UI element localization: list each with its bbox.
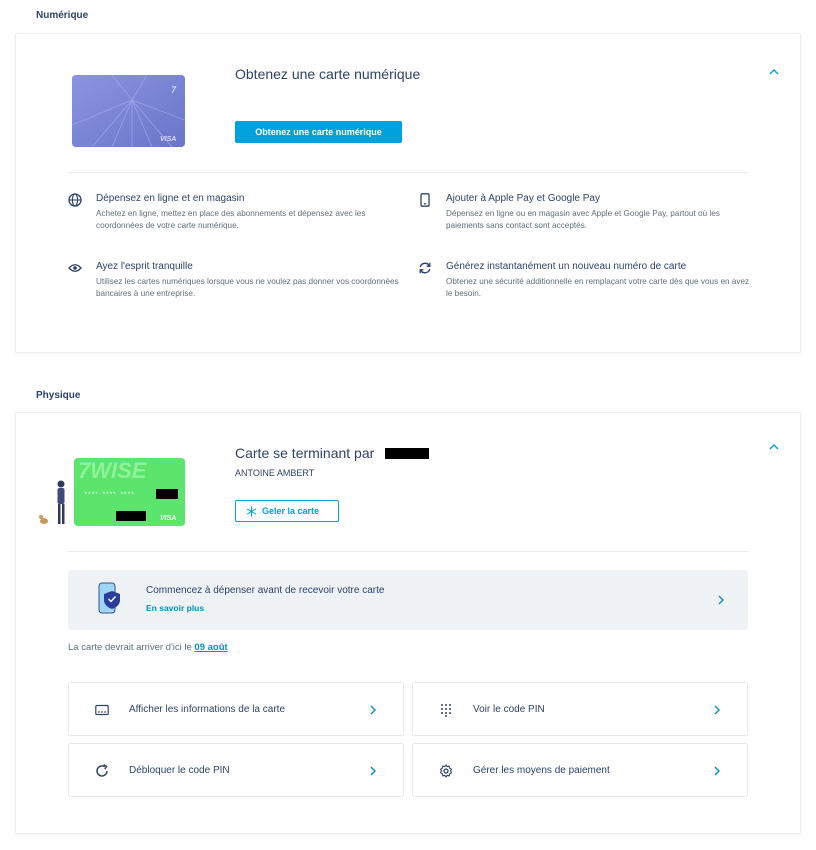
start-spending-banner[interactable]: Commencez à dépenser avant de recevoir v… — [68, 570, 748, 630]
virtual-card-visa-logo: VISA — [160, 136, 176, 143]
feature-description: Obtenez une sécurité additionnelle en re… — [446, 277, 750, 298]
chevron-right-icon — [369, 704, 377, 716]
feature-title: Dépensez en ligne et en magasin — [96, 193, 245, 204]
refresh-icon — [95, 764, 109, 778]
digital-card-title: Obtenez une carte numérique — [235, 66, 421, 82]
feature-description: Achetez en ligne, mettez en place des ab… — [96, 209, 366, 230]
action-label: Voir le code PIN — [473, 704, 545, 715]
eye-icon — [68, 261, 82, 275]
unblock-pin-button[interactable]: Débloquer le code PIN — [68, 743, 404, 797]
globe-icon — [68, 193, 82, 207]
snowflake-icon — [246, 505, 257, 517]
card-info-icon — [95, 703, 109, 717]
refresh-icon — [418, 261, 432, 275]
feature-description: Utilisez les cartes numériques lorsque v… — [96, 277, 399, 298]
phone-shield-icon — [98, 582, 120, 614]
chevron-right-icon — [713, 704, 721, 716]
action-label: Gérer les moyens de paiement — [473, 765, 610, 776]
collapse-physical-chevron-up-icon[interactable] — [768, 441, 780, 453]
chevron-right-icon — [716, 594, 726, 606]
freeze-card-label: Geler la carte — [262, 506, 320, 516]
arrival-date-link[interactable]: 09 août — [194, 642, 227, 653]
action-label: Afficher les informations de la carte — [129, 704, 286, 715]
physical-card-visa-logo: VISA — [160, 515, 176, 522]
physical-card-title: Carte se terminant par — [235, 445, 375, 461]
arrival-info: La carte devrait arriver d'ici le 09 aoû… — [68, 642, 228, 653]
feature-title: Ajouter à Apple Pay et Google Pay — [446, 193, 600, 204]
arrival-text: La carte devrait arriver d'ici le — [68, 642, 192, 653]
person-with-dog-illustration — [39, 480, 65, 524]
manage-payment-methods-button[interactable]: Gérer les moyens de paiement — [412, 743, 748, 797]
show-card-details-button[interactable]: Afficher les informations de la carte — [68, 682, 404, 736]
keypad-icon — [439, 703, 453, 717]
action-label: Débloquer le code PIN — [129, 765, 230, 776]
feature-description: Dépensez en ligne ou en magasin avec App… — [446, 209, 720, 230]
freeze-card-button[interactable]: Geler la carte — [235, 500, 339, 522]
physical-card-wise-logo: 7WISE — [78, 458, 148, 483]
physical-card-number-mask: **** **** **** — [84, 491, 134, 498]
physical-divider — [68, 551, 748, 552]
virtual-card-image: 7 VISA — [72, 75, 185, 147]
start-spending-title: Commencez à dépenser avant de recevoir v… — [146, 585, 385, 596]
chevron-right-icon — [713, 765, 721, 777]
feature-title: Ayez l'esprit tranquille — [96, 261, 193, 272]
redacted-card-expiry — [116, 511, 146, 521]
section-label-digital: Numérique — [36, 10, 89, 21]
card-holder-name: ANTOINE AMBERT — [235, 468, 315, 478]
chevron-right-icon — [369, 765, 377, 777]
collapse-digital-chevron-up-icon[interactable] — [768, 66, 780, 78]
get-digital-card-button[interactable]: Obtenez une carte numérique — [235, 121, 402, 143]
redacted-card-digits — [156, 489, 178, 499]
gear-icon — [439, 764, 453, 778]
phone-icon — [418, 193, 432, 207]
learn-more-link[interactable]: En savoir plus — [146, 603, 204, 613]
redacted-card-last-digits — [385, 448, 429, 459]
digital-divider — [68, 172, 748, 173]
view-pin-button[interactable]: Voir le code PIN — [412, 682, 748, 736]
section-label-physical: Physique — [36, 390, 81, 401]
feature-title: Générez instantanément un nouveau numéro… — [446, 261, 687, 272]
